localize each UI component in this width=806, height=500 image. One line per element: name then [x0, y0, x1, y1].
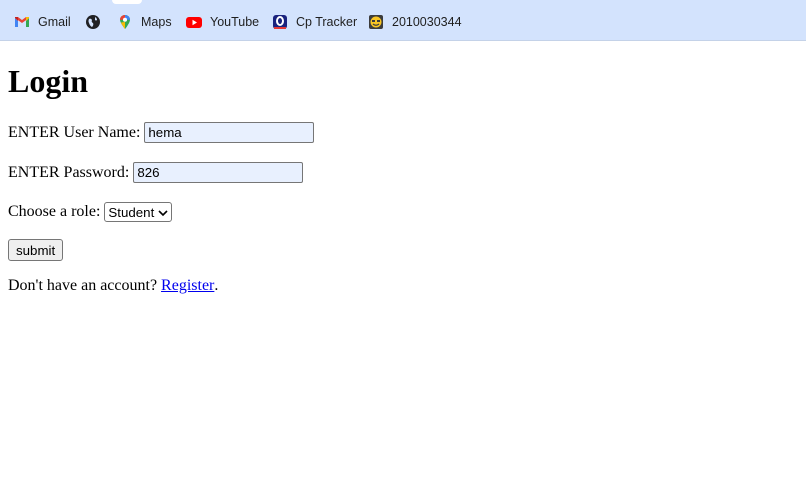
active-tab-edge — [112, 0, 142, 4]
password-input[interactable] — [133, 162, 304, 183]
bookmark-label: Cp Tracker — [296, 15, 358, 29]
register-suffix: . — [214, 277, 219, 294]
globe-icon — [85, 14, 101, 30]
submit-button[interactable]: submit — [8, 239, 64, 261]
password-row: ENTER Password: — [8, 162, 304, 183]
bookmark-label: 2010030344 — [392, 15, 462, 29]
bookmark-label: YouTube — [210, 15, 260, 29]
submit-row: submit — [8, 239, 64, 261]
bookmark-gmail[interactable]: Gmail — [14, 13, 71, 31]
role-label: Choose a role: — [8, 203, 101, 220]
bookmark-globe[interactable] — [85, 13, 109, 31]
bookmark-youtube[interactable]: YouTube — [186, 13, 259, 31]
smiley-icon — [368, 14, 384, 30]
gmail-icon — [14, 14, 30, 30]
cp-tracker-icon — [272, 14, 288, 30]
maps-icon — [117, 14, 133, 30]
username-row: ENTER User Name: — [8, 122, 315, 143]
role-selected-value: Student — [108, 204, 155, 220]
bookmarks-bar: Gmail Maps YouTube Cp Tracker 2010030344 — [0, 0, 806, 41]
bookmark-label: Maps — [141, 15, 172, 29]
bookmark-2010030344[interactable]: 2010030344 — [368, 13, 462, 31]
role-row: Choose a role: Student — [8, 202, 173, 222]
register-link[interactable]: Register — [161, 277, 214, 295]
register-row: Don't have an account? Register. — [8, 277, 218, 295]
bookmark-label: Gmail — [38, 15, 71, 29]
page-title: Login — [8, 63, 89, 99]
role-select[interactable]: Student — [104, 202, 173, 222]
chevron-down-icon — [158, 205, 168, 220]
password-label: ENTER Password: — [8, 163, 130, 181]
bookmark-maps[interactable]: Maps — [117, 13, 172, 31]
username-input[interactable] — [144, 122, 315, 143]
youtube-icon — [186, 14, 202, 30]
bookmark-cp-tracker[interactable]: Cp Tracker — [272, 13, 357, 31]
username-label: ENTER User Name: — [8, 123, 141, 141]
register-prompt: Don't have an account? — [8, 277, 158, 294]
